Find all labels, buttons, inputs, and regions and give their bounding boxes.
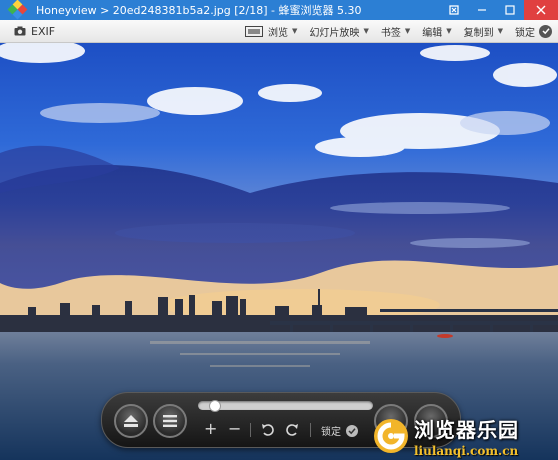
honeyview-logo-icon [7,0,28,20]
watermark-name: 浏览器乐园 [414,418,519,442]
eject-icon [124,415,138,427]
bookmark-menu[interactable]: 书签 ▼ [381,24,410,39]
divider [250,423,251,437]
chevron-down-icon: ▼ [404,27,411,35]
lock-button[interactable]: 锁定 [515,24,552,39]
watermark: 浏览器乐园 liulanqi.com.cn [372,414,519,458]
check-icon [539,24,552,38]
close-icon[interactable] [524,0,558,20]
copy-to-label: 复制到 [463,27,494,39]
toolbar: EXIF 浏览 ▼ 幻灯片放映 ▼ 书签 ▼ 编辑 ▼ 复制到 ▼ 锁定 [0,20,558,43]
panel-lock-label: 锁定 [321,427,341,438]
lock-label: 锁定 [515,27,535,39]
slideshow-menu[interactable]: 幻灯片放映 ▼ [309,24,368,39]
rotate-right-icon [286,424,298,436]
camera-icon [14,26,26,36]
menu-button[interactable] [153,404,187,438]
bookmark-label: 书签 [380,27,401,39]
zoom-out-button[interactable]: − [228,421,241,437]
copy-to-menu[interactable]: 复制到 ▼ [464,24,503,39]
check-icon [346,424,358,437]
minimize-icon[interactable] [468,0,496,20]
exif-label: EXIF [31,24,56,38]
rotate-left-button[interactable] [261,423,275,439]
maximize-icon[interactable] [496,0,524,20]
panel-lock-button[interactable]: 锁定 [321,423,358,438]
chevron-down-icon: ▼ [446,27,452,35]
chevron-down-icon: ▼ [292,27,298,35]
slider-handle[interactable] [208,400,221,412]
hamburger-icon [163,415,177,427]
edit-label: 编辑 [422,27,443,39]
rotate-left-icon [262,424,274,436]
window-title: Honeyview > 20ed248381b5a2.jpg [2/18] - … [36,4,362,17]
slideshow-label: 幻灯片放映 [309,27,360,39]
watermark-logo-icon [374,419,408,453]
title-bar[interactable]: Honeyview > 20ed248381b5a2.jpg [2/18] - … [0,0,558,20]
zoom-in-button[interactable]: + [204,421,217,437]
rotate-right-button[interactable] [285,423,299,439]
divider [310,423,311,437]
chevron-down-icon: ▼ [363,27,369,35]
fullscreen-icon [245,25,264,37]
edit-menu[interactable]: 编辑 ▼ [422,24,451,39]
exif-button[interactable]: EXIF [14,25,55,38]
watermark-url: liulanqi.com.cn [414,444,519,458]
browse-label: 浏览 [268,27,289,39]
image-slider[interactable] [198,400,373,412]
chevron-down-icon: ▼ [497,27,503,35]
browse-menu[interactable]: 浏览 ▼ [245,24,297,39]
eject-button[interactable] [114,404,148,438]
pin-icon[interactable] [440,0,468,20]
